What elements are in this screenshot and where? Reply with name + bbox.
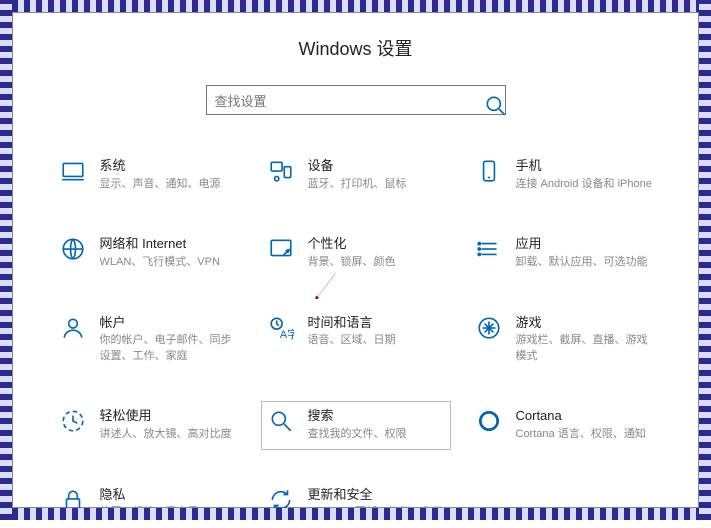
tile-desc: WLAN、飞行模式、VPN <box>100 255 220 270</box>
search-input[interactable]: 查找设置 <box>206 85 506 115</box>
tile-desc: 蓝牙、打印机、鼠标 <box>308 177 407 192</box>
personalization-icon <box>266 236 296 266</box>
tile-desc: 显示、声音、通知、电源 <box>100 177 221 192</box>
tile-desc: 背景、锁屏、颜色 <box>308 255 396 270</box>
tile-privacy[interactable]: 隐私 位置、相机、麦克风 <box>53 480 243 528</box>
system-icon <box>58 158 88 188</box>
tile-title: 网络和 Internet <box>100 236 220 253</box>
settings-grid: 系统 显示、声音、通知、电源 设备 蓝牙、打印机、鼠标 手机 连接 Androi… <box>13 115 698 528</box>
tile-network[interactable]: 网络和 Internet WLAN、飞行模式、VPN <box>53 229 243 277</box>
page-title: Windows 设置 <box>13 35 698 61</box>
search-icon <box>483 93 497 107</box>
tile-desc: 讲述人、放大镜、高对比度 <box>100 427 232 442</box>
ease-of-access-icon <box>58 408 88 438</box>
tile-desc: 游戏栏、截屏、直播、游戏模式 <box>516 333 654 364</box>
tile-desc: Cortana 语言、权限、通知 <box>516 427 646 442</box>
tile-title: 时间和语言 <box>308 315 396 332</box>
tile-title: Cortana <box>516 408 646 425</box>
tile-title: 个性化 <box>308 236 396 253</box>
cortana-icon <box>474 408 504 438</box>
tile-title: 隐私 <box>100 487 199 504</box>
tile-title: 帐户 <box>100 315 238 332</box>
apps-icon <box>474 236 504 266</box>
tile-desc: 语音、区域、日期 <box>308 333 396 348</box>
tile-system[interactable]: 系统 显示、声音、通知、电源 <box>53 151 243 199</box>
tile-title: 设备 <box>308 158 407 175</box>
tile-desc: 查找我的文件、权限 <box>308 427 407 442</box>
tile-accounts[interactable]: 帐户 你的帐户、电子邮件、同步设置、工作、家庭 <box>53 308 243 372</box>
tile-update-security[interactable]: 更新和安全 Windows 更新、恢复、备份 <box>261 480 451 528</box>
accounts-icon <box>58 315 88 345</box>
tile-phone[interactable]: 手机 连接 Android 设备和 iPhone <box>469 151 659 199</box>
gaming-icon <box>474 315 504 345</box>
network-icon <box>58 236 88 266</box>
tile-personalization[interactable]: 个性化 背景、锁屏、颜色 <box>261 229 451 277</box>
tile-title: 游戏 <box>516 315 654 332</box>
tile-gaming[interactable]: 游戏 游戏栏、截屏、直播、游戏模式 <box>469 308 659 372</box>
tile-title: 更新和安全 <box>308 487 444 504</box>
tile-title: 系统 <box>100 158 221 175</box>
svg-text:A字: A字 <box>279 326 293 340</box>
tile-title: 轻松使用 <box>100 408 232 425</box>
devices-icon <box>266 158 296 188</box>
phone-icon <box>474 158 504 188</box>
time-language-icon: A字 <box>266 315 296 345</box>
tile-search[interactable]: 搜索 查找我的文件、权限 <box>261 401 451 449</box>
tile-ease-of-access[interactable]: 轻松使用 讲述人、放大镜、高对比度 <box>53 401 243 449</box>
tile-devices[interactable]: 设备 蓝牙、打印机、鼠标 <box>261 151 451 199</box>
search-placeholder: 查找设置 <box>215 91 483 110</box>
tile-title: 搜索 <box>308 408 407 425</box>
tile-cortana[interactable]: Cortana Cortana 语言、权限、通知 <box>469 401 659 449</box>
tile-title: 应用 <box>516 236 648 253</box>
tile-time-language[interactable]: A字 时间和语言 语音、区域、日期 <box>261 308 451 372</box>
tile-apps[interactable]: 应用 卸载、默认应用、可选功能 <box>469 229 659 277</box>
tile-desc: 你的帐户、电子邮件、同步设置、工作、家庭 <box>100 333 238 364</box>
tile-title: 手机 <box>516 158 652 175</box>
search-tile-icon <box>266 408 296 438</box>
tile-desc: 卸载、默认应用、可选功能 <box>516 255 648 270</box>
tile-desc: 连接 Android 设备和 iPhone <box>516 177 652 192</box>
